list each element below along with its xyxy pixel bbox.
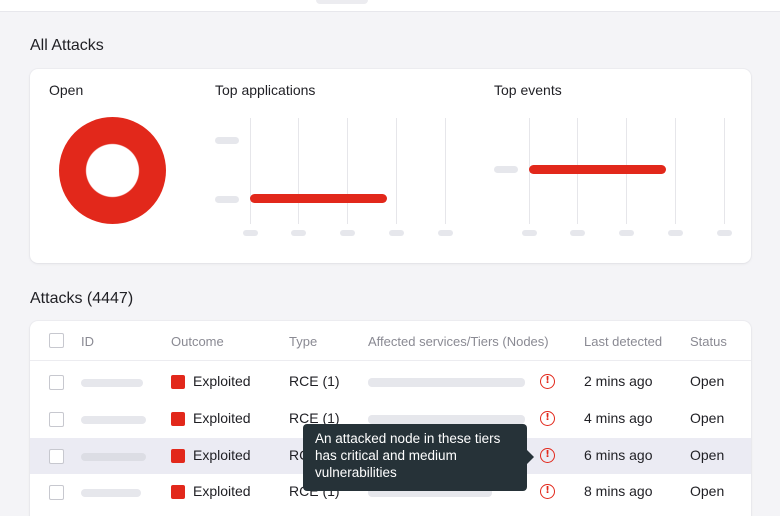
top-applications-title: Top applications	[215, 82, 316, 98]
last-detected-cell: 8 mins ago	[584, 483, 653, 499]
status-cell: Open	[690, 410, 725, 426]
event-bar[interactable]	[529, 165, 666, 174]
status-cell: Open	[690, 447, 725, 463]
exploited-status-icon	[171, 485, 185, 499]
category-label-placeholder	[215, 137, 239, 144]
column-header-status[interactable]: Status	[690, 334, 727, 349]
tooltip-line: An attacked node in these tiers	[315, 431, 501, 446]
last-detected-cell: 2 mins ago	[584, 373, 653, 389]
vulnerability-alert-icon[interactable]: !	[540, 448, 555, 463]
exploited-status-icon	[171, 412, 185, 426]
column-header-last-detected[interactable]: Last detected	[584, 334, 662, 349]
outcome-cell: Exploited	[193, 410, 251, 426]
tick-label-placeholder	[668, 230, 683, 236]
application-bar[interactable]	[250, 194, 387, 203]
select-all-checkbox[interactable]	[49, 333, 64, 348]
affected-services-placeholder	[368, 415, 525, 424]
affected-services-placeholder	[368, 378, 525, 387]
tick-label-placeholder	[389, 230, 404, 236]
category-label-placeholder	[494, 166, 518, 173]
status-cell: Open	[690, 483, 725, 499]
last-detected-cell: 4 mins ago	[584, 410, 653, 426]
outcome-cell: Exploited	[193, 373, 251, 389]
gridline	[675, 118, 676, 224]
gridline	[250, 118, 251, 224]
column-header-outcome[interactable]: Outcome	[171, 334, 224, 349]
gridline	[724, 118, 725, 224]
tick-label-placeholder	[438, 230, 453, 236]
type-cell[interactable]: RCE (1)	[289, 373, 340, 389]
gridline	[298, 118, 299, 224]
tick-label-placeholder	[570, 230, 585, 236]
top-tab-placeholder[interactable]	[316, 0, 368, 4]
tick-label-placeholder	[291, 230, 306, 236]
attack-id-placeholder	[81, 379, 143, 387]
open-panel-title: Open	[49, 82, 84, 98]
all-attacks-heading: All Attacks	[30, 37, 104, 54]
top-bar	[0, 0, 780, 12]
outcome-cell: Exploited	[193, 447, 251, 463]
last-detected-cell: 6 mins ago	[584, 447, 653, 463]
tick-label-placeholder	[522, 230, 537, 236]
tooltip-line: vulnerabilities	[315, 465, 397, 480]
column-header-affected[interactable]: Affected services/Tiers (Nodes)	[368, 334, 549, 349]
vulnerability-alert-icon[interactable]: !	[540, 484, 555, 499]
open-donut-chart[interactable]	[59, 117, 166, 224]
tick-label-placeholder	[243, 230, 258, 236]
exploited-status-icon	[171, 449, 185, 463]
column-header-type[interactable]: Type	[289, 334, 317, 349]
vulnerability-alert-icon[interactable]: !	[540, 411, 555, 426]
gridline	[445, 118, 446, 224]
gridline	[396, 118, 397, 224]
attacks-table-header: ID Outcome Type Affected services/Tiers …	[30, 321, 751, 361]
attack-id-placeholder	[81, 416, 146, 424]
top-events-title: Top events	[494, 82, 562, 98]
column-header-id[interactable]: ID	[81, 334, 94, 349]
category-label-placeholder	[215, 196, 239, 203]
tick-label-placeholder	[717, 230, 732, 236]
tick-label-placeholder	[619, 230, 634, 236]
attack-id-placeholder	[81, 489, 141, 497]
row-checkbox[interactable]	[49, 449, 64, 464]
status-cell: Open	[690, 373, 725, 389]
vulnerability-alert-icon[interactable]: !	[540, 374, 555, 389]
attack-id-placeholder	[81, 453, 146, 461]
tick-label-placeholder	[340, 230, 355, 236]
attacks-heading: Attacks (4447)	[30, 290, 134, 307]
gridline	[347, 118, 348, 224]
vulnerability-tooltip: An attacked node in these tiers has crit…	[303, 424, 534, 491]
outcome-cell: Exploited	[193, 483, 251, 499]
exploited-status-icon	[171, 375, 185, 389]
tooltip-line: has critical and medium	[315, 448, 457, 463]
row-checkbox[interactable]	[49, 485, 64, 500]
row-checkbox[interactable]	[49, 412, 64, 427]
table-row[interactable]: Exploited RCE (1) ! 2 mins ago Open	[30, 364, 751, 400]
row-checkbox[interactable]	[49, 375, 64, 390]
